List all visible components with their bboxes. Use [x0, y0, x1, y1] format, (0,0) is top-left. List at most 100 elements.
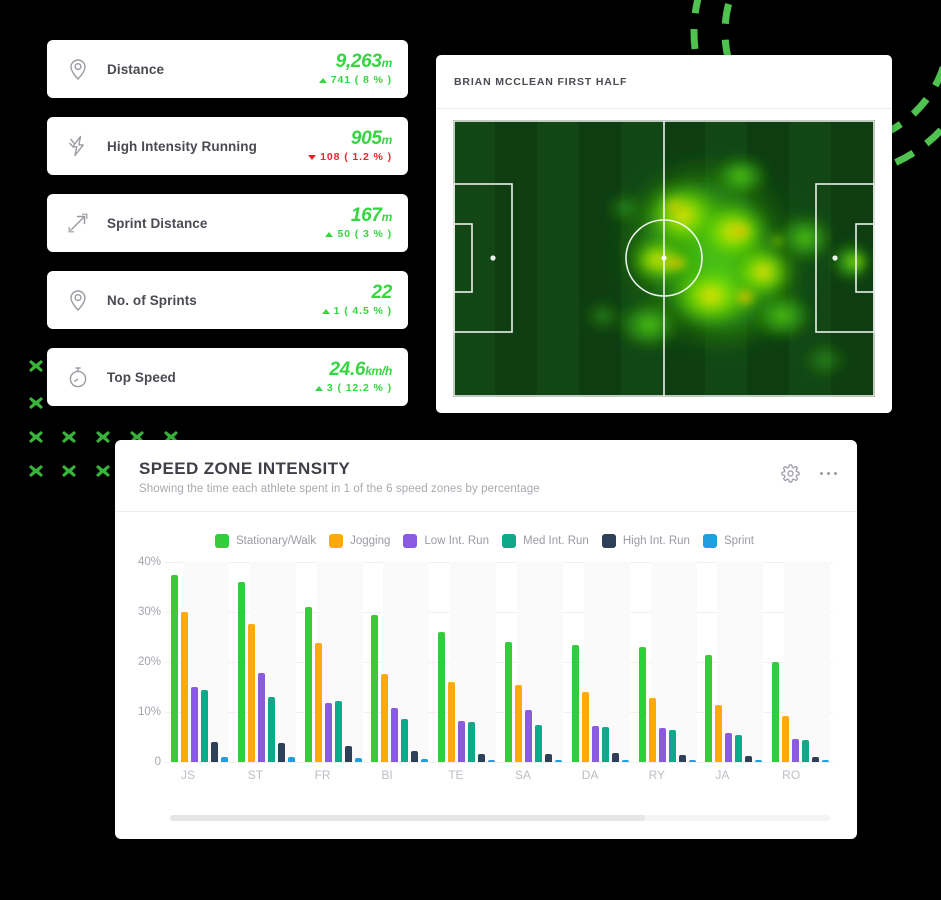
bar[interactable] — [678, 754, 686, 762]
bar[interactable] — [371, 614, 379, 762]
stat-right: 22 1 ( 4.5 % ) — [321, 282, 392, 318]
bar[interactable] — [171, 574, 178, 762]
bar[interactable] — [191, 687, 198, 762]
stat-card[interactable]: Sprint Distance 167m 50 ( 3 % ) — [47, 194, 408, 252]
bar[interactable] — [478, 754, 486, 762]
legend-label: Jogging — [350, 535, 391, 547]
bar[interactable] — [792, 739, 800, 762]
bar[interactable] — [705, 654, 713, 762]
bar[interactable] — [247, 623, 255, 762]
bar[interactable] — [468, 722, 476, 762]
bar[interactable] — [344, 746, 352, 762]
bar[interactable] — [458, 721, 466, 762]
bar[interactable] — [554, 759, 562, 762]
chart-plot-area: 0 10% 20% 30% 40% JS ST FR BI TE SA DA RY JA RO — [115, 556, 857, 792]
bar[interactable] — [181, 612, 188, 762]
bar[interactable] — [381, 674, 389, 762]
bar[interactable] — [611, 753, 619, 762]
legend-label: High Int. Run — [622, 535, 690, 547]
heatmap-title: BRIAN MCCLEAN FIRST HALF — [454, 75, 628, 88]
bar[interactable] — [822, 760, 830, 762]
bar[interactable] — [277, 743, 285, 762]
x-axis-tick: JA — [715, 768, 730, 782]
bar[interactable] — [524, 709, 532, 762]
bar[interactable] — [772, 662, 780, 762]
bar[interactable] — [745, 756, 753, 762]
bar[interactable] — [812, 757, 820, 762]
stat-delta-text: 1 ( 4.5 % ) — [333, 305, 392, 318]
bar[interactable] — [725, 733, 733, 762]
bar[interactable] — [211, 742, 218, 762]
bar[interactable] — [237, 582, 245, 762]
bar[interactable] — [648, 698, 656, 762]
stat-card[interactable]: Distance 9,263m 741 ( 8 % ) — [47, 40, 408, 98]
bar[interactable] — [488, 759, 496, 762]
bar-group-background — [784, 562, 831, 762]
bar[interactable] — [287, 757, 295, 762]
bar[interactable] — [514, 684, 522, 762]
bar[interactable] — [334, 700, 342, 762]
legend-label: Low Int. Run — [424, 535, 489, 547]
stat-value-unit: m — [381, 209, 393, 224]
legend-item[interactable]: Low Int. Run — [403, 534, 489, 548]
bar[interactable] — [534, 724, 542, 762]
bar[interactable] — [638, 647, 646, 762]
stat-card[interactable]: High Intensity Running 905m 108 ( 1.2 % ) — [47, 117, 408, 175]
bar[interactable] — [438, 632, 446, 762]
bar[interactable] — [354, 758, 362, 762]
bar[interactable] — [201, 689, 208, 762]
bar[interactable] — [688, 759, 696, 762]
map-pin-icon — [61, 52, 95, 86]
delta-down-arrow-icon — [308, 154, 317, 160]
stat-delta: 108 ( 1.2 % ) — [308, 151, 392, 163]
bar[interactable] — [571, 644, 579, 762]
bar-group — [699, 562, 766, 762]
bar[interactable] — [782, 716, 790, 762]
gear-icon[interactable] — [780, 464, 800, 483]
bar[interactable] — [304, 607, 312, 762]
legend-label: Med Int. Run — [522, 535, 589, 547]
bar[interactable] — [421, 758, 429, 762]
bar[interactable] — [601, 727, 609, 762]
legend-swatch-icon — [702, 534, 717, 548]
bar[interactable] — [658, 728, 666, 762]
bar[interactable] — [802, 739, 810, 762]
stat-delta-text: 50 ( 3 % ) — [337, 228, 392, 241]
y-axis-tick: 20% — [137, 656, 161, 668]
legend-item[interactable]: Jogging — [329, 534, 390, 548]
bar[interactable] — [668, 729, 676, 762]
bar[interactable] — [314, 643, 322, 762]
legend-swatch-icon — [601, 534, 616, 548]
bar[interactable] — [735, 734, 743, 762]
bar[interactable] — [591, 726, 599, 762]
stat-delta-text: 108 ( 1.2 % ) — [320, 151, 392, 164]
y-axis-labels: 0 10% 20% 30% 40% — [115, 556, 161, 768]
chart-scrollbar-thumb[interactable] — [170, 815, 646, 821]
bar[interactable] — [544, 753, 552, 762]
bar[interactable] — [257, 673, 265, 762]
bar[interactable] — [755, 760, 763, 762]
bar[interactable] — [267, 697, 275, 762]
legend-item[interactable]: Sprint — [702, 534, 754, 548]
bar[interactable] — [401, 719, 409, 762]
bar[interactable] — [448, 682, 456, 762]
bar[interactable] — [324, 703, 332, 762]
bar[interactable] — [411, 750, 419, 762]
bar-group — [432, 562, 499, 762]
legend-item[interactable]: High Int. Run — [601, 534, 690, 548]
x-axis-tick: ST — [247, 768, 264, 782]
ellipsis-icon[interactable] — [819, 471, 837, 476]
bar[interactable] — [391, 708, 399, 762]
stat-card[interactable]: Top Speed 24.6km/h 3 ( 12.2 % ) — [47, 348, 408, 406]
x-axis-tick: SA — [514, 768, 531, 782]
bar[interactable] — [621, 759, 629, 762]
bar[interactable] — [504, 642, 512, 762]
bar[interactable] — [715, 704, 723, 762]
bar[interactable] — [221, 756, 228, 762]
legend-item[interactable]: Med Int. Run — [501, 534, 589, 548]
stopwatch-icon — [61, 360, 95, 394]
chart-scrollbar[interactable] — [170, 815, 830, 821]
bar[interactable] — [581, 692, 589, 762]
stat-card[interactable]: No. of Sprints 22 1 ( 4.5 % ) — [47, 271, 408, 329]
legend-item[interactable]: Stationary/Walk — [215, 534, 316, 548]
